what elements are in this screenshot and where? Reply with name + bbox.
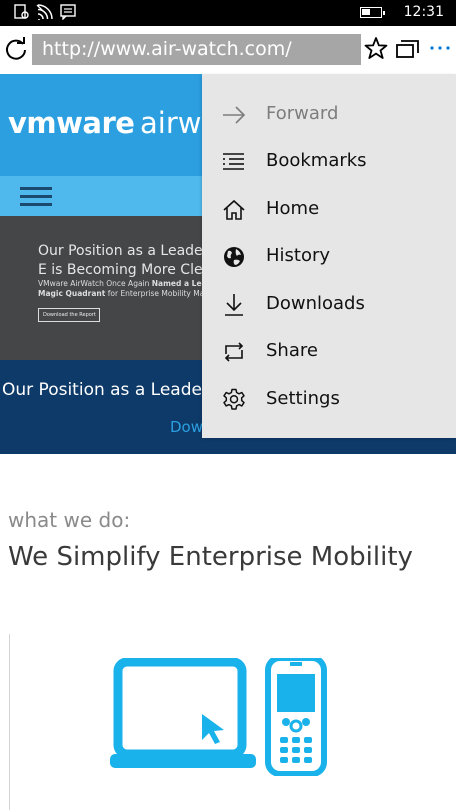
menu-item-label: Downloads bbox=[266, 293, 365, 314]
menu-item-label: Bookmarks bbox=[266, 150, 367, 171]
menu-item-bookmarks[interactable]: Bookmarks bbox=[202, 138, 456, 185]
url-field[interactable]: http://www.air-watch.com/ bbox=[32, 34, 361, 65]
globe-icon bbox=[224, 247, 244, 267]
battery-level bbox=[362, 9, 370, 15]
home-icon bbox=[223, 199, 245, 220]
vmware-logo[interactable]: vmware bbox=[8, 106, 135, 140]
more-dots-icon bbox=[430, 46, 450, 50]
browser-screen: 12:31 http://www.air-watch.com/ vmware a… bbox=[0, 0, 456, 810]
gear-icon bbox=[223, 388, 245, 410]
menu-item-label: History bbox=[266, 245, 331, 266]
hero-subtitle-start: VMware AirWatch Once Again bbox=[38, 279, 152, 288]
hero-subtitle-bold-2: Magic Quadrant bbox=[38, 289, 106, 298]
menu-item-home[interactable]: Home bbox=[202, 186, 456, 233]
menu-item-share[interactable]: Share bbox=[202, 328, 456, 375]
menu-item-downloads[interactable]: Downloads bbox=[202, 281, 456, 328]
laptop-phone-illustration bbox=[110, 658, 327, 776]
address-bar: http://www.air-watch.com/ bbox=[0, 26, 456, 74]
status-time: 12:31 bbox=[403, 4, 444, 20]
menu-item-label: Share bbox=[266, 340, 318, 361]
menu-item-forward[interactable]: Forward bbox=[202, 91, 456, 138]
more-options-button[interactable] bbox=[428, 38, 452, 58]
download-icon bbox=[225, 294, 243, 316]
section-title: We Simplify Enterprise Mobility bbox=[8, 542, 413, 572]
refresh-icon[interactable] bbox=[4, 36, 28, 62]
browser-more-menu: Forward Bookmarks Home History Downloads… bbox=[202, 74, 456, 438]
menu-item-label: Settings bbox=[266, 388, 340, 409]
menu-item-settings[interactable]: Settings bbox=[202, 376, 456, 423]
forward-arrow-icon bbox=[223, 106, 246, 124]
download-report-button[interactable]: Download the Report bbox=[38, 308, 100, 322]
share-icon bbox=[224, 342, 244, 362]
announcement-text: Our Position as a Leader i bbox=[2, 380, 220, 400]
menu-item-history[interactable]: History bbox=[202, 233, 456, 280]
battery-icon bbox=[360, 7, 385, 18]
tabs-icon[interactable] bbox=[396, 38, 420, 60]
contact-card-icon bbox=[14, 4, 29, 19]
wifi-icon bbox=[36, 4, 53, 20]
menu-item-label: Home bbox=[266, 198, 320, 219]
message-icon bbox=[60, 4, 76, 20]
section-eyebrow: what we do: bbox=[8, 508, 131, 532]
hamburger-menu-icon[interactable] bbox=[20, 187, 52, 207]
menu-item-label: Forward bbox=[266, 103, 339, 124]
bookmarks-list-icon bbox=[223, 153, 244, 170]
favorite-star-icon[interactable] bbox=[364, 36, 388, 62]
divider bbox=[9, 634, 10, 810]
status-bar: 12:31 bbox=[0, 0, 456, 26]
